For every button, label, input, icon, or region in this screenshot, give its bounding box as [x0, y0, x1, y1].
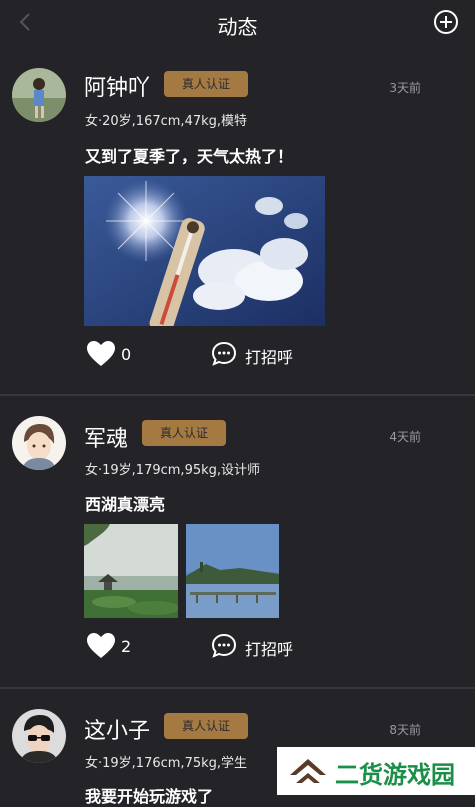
- like-count: 0: [121, 345, 132, 364]
- verified-badge: 真人认证: [164, 713, 248, 739]
- verified-badge: 真人认证: [164, 71, 248, 97]
- chat-bubble-icon[interactable]: [211, 633, 237, 659]
- heart-icon[interactable]: [86, 340, 116, 368]
- watermark-banner: 二货游戏园: [277, 747, 475, 795]
- post-divider: [0, 394, 475, 396]
- page-title: 动态: [217, 15, 258, 39]
- user-info: 女·20岁,167cm,47kg,模特: [85, 114, 248, 129]
- user-info: 女·19岁,179cm,95kg,设计师: [85, 463, 261, 478]
- avatar[interactable]: [12, 709, 66, 763]
- user-name[interactable]: 军魂: [84, 421, 128, 453]
- post-text: 西湖真漂亮: [85, 495, 166, 514]
- post-image-lake-pavilion[interactable]: [84, 524, 178, 618]
- like-count: 2: [121, 637, 132, 656]
- avatar[interactable]: [12, 416, 66, 470]
- post-time: 8天前: [389, 723, 421, 737]
- post-time: 4天前: [389, 430, 421, 444]
- post-text: 我要开始玩游戏了: [85, 787, 214, 806]
- user-name[interactable]: 阿钟吖: [84, 70, 150, 102]
- top-bar: 动态: [0, 0, 475, 46]
- chat-bubble-icon[interactable]: [211, 341, 237, 367]
- user-name[interactable]: 这小子: [84, 713, 150, 745]
- watermark-text: 二货游戏园: [335, 761, 455, 789]
- verified-badge: 真人认证: [142, 420, 226, 446]
- watermark-logo-icon: [290, 759, 326, 783]
- greet-button[interactable]: 打招呼: [245, 636, 293, 660]
- post-divider: [0, 687, 475, 689]
- post-image-thermometer[interactable]: [84, 176, 325, 326]
- post-image-lake-bridge[interactable]: [186, 524, 279, 618]
- add-post-icon[interactable]: [433, 9, 459, 35]
- avatar[interactable]: [12, 68, 66, 122]
- post-text: 又到了夏季了，天气太热了！: [85, 147, 294, 166]
- heart-icon[interactable]: [86, 632, 116, 660]
- greet-button[interactable]: 打招呼: [245, 344, 293, 368]
- user-info: 女·19岁,176cm,75kg,学生: [85, 756, 248, 771]
- post-time: 3天前: [389, 81, 421, 95]
